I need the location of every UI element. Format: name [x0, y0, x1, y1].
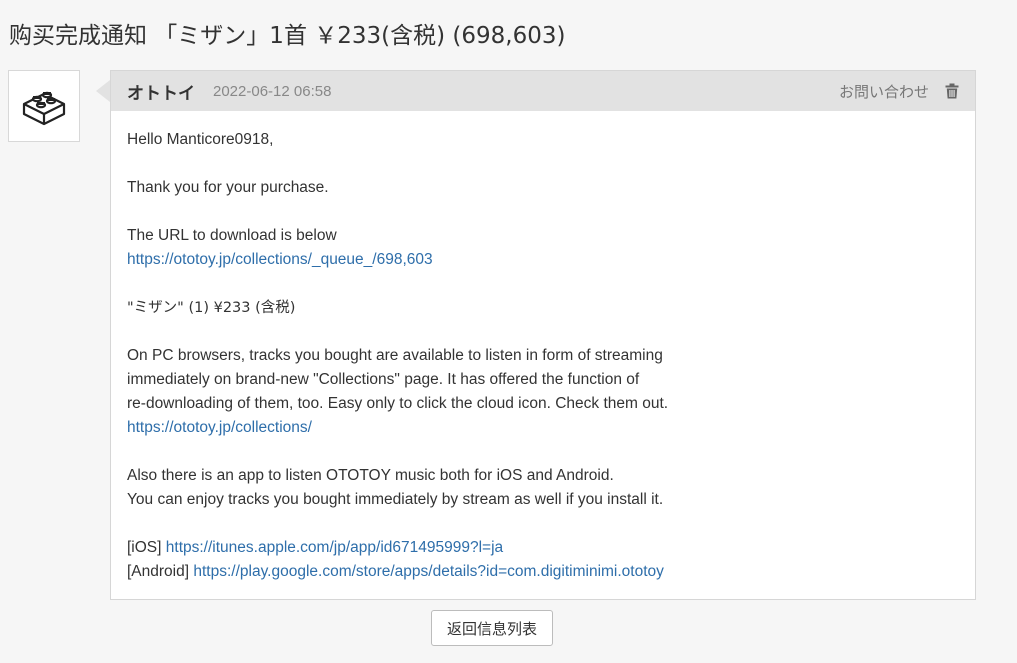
delete-button[interactable]: [945, 83, 959, 99]
sender-name: オトトイ: [127, 83, 195, 104]
download-link[interactable]: https://ototoy.jp/collections/_queue_/69…: [127, 251, 433, 268]
trash-icon: [945, 83, 959, 99]
bubble-arrow: [96, 80, 110, 102]
ios-label: [iOS]: [127, 539, 162, 556]
android-label: [Android]: [127, 563, 190, 580]
message-body: Hello Manticore0918, Thank you for your …: [111, 111, 975, 584]
back-to-list-button[interactable]: 返回信息列表: [431, 610, 553, 646]
message-timestamp: 2022-06-12 06:58: [213, 82, 332, 100]
app-info-line-2: You can enjoy tracks you bought immediat…: [127, 491, 664, 508]
url-intro-text: The URL to download is below: [127, 227, 337, 244]
ios-app-link[interactable]: https://itunes.apple.com/jp/app/id671495…: [166, 539, 503, 556]
pc-info-line-2: immediately on brand-new "Collections" p…: [127, 371, 640, 388]
app-info-line-1: Also there is an app to listen OTOTOY mu…: [127, 467, 614, 484]
message-header: オトトイ 2022-06-12 06:58 お問い合わせ: [111, 71, 975, 111]
page-title: 购买完成通知 「ミザン」1首 ￥233(含税) (698,603): [9, 23, 566, 49]
lego-brick-icon: [22, 91, 66, 126]
pc-info-line-3: re-downloading of them, too. Easy only t…: [127, 395, 669, 412]
header-actions: お問い合わせ: [839, 81, 959, 102]
contact-link[interactable]: お問い合わせ: [839, 81, 929, 102]
thanks-text: Thank you for your purchase.: [127, 179, 329, 196]
message-card: オトトイ 2022-06-12 06:58 お問い合わせ Hello Manti…: [110, 70, 976, 600]
greeting-text: Hello Manticore0918,: [127, 131, 274, 148]
item-line-text: "ミザン" (1) ¥233 (含税): [127, 300, 296, 316]
collections-link[interactable]: https://ototoy.jp/collections/: [127, 419, 312, 436]
avatar: [8, 70, 80, 142]
pc-info-line-1: On PC browsers, tracks you bought are av…: [127, 347, 663, 364]
android-app-link[interactable]: https://play.google.com/store/apps/detai…: [193, 563, 664, 580]
